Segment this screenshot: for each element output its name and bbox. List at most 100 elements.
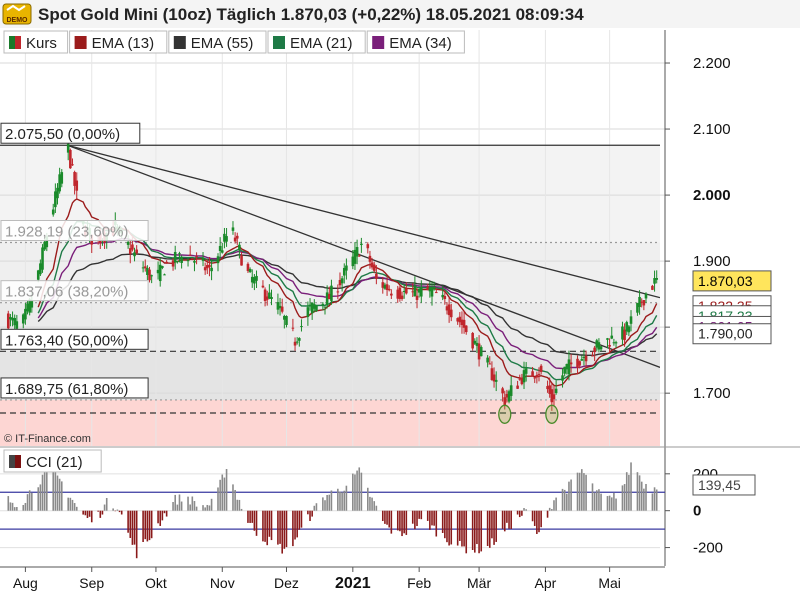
candle-body: [569, 362, 573, 365]
candle-body: [176, 261, 179, 263]
candle-body: [300, 326, 303, 328]
demo-badge-icon: DEMO: [2, 3, 32, 25]
candle-body: [368, 255, 372, 262]
price-tags: 1.870,031.832,351.817,231.801,051.790,00: [692, 270, 772, 345]
time-axis-background: [0, 567, 800, 600]
candle-body: [400, 295, 404, 299]
candle-body: [69, 149, 72, 169]
candle-body: [235, 235, 239, 239]
candle-body: [191, 258, 194, 260]
candle-body: [471, 332, 474, 349]
candle-body: [651, 285, 654, 290]
legend-label: EMA (34): [389, 35, 452, 52]
time-tick-label-9: Mai: [598, 575, 621, 591]
candle-body: [655, 278, 658, 280]
candle-body: [554, 388, 558, 394]
low-circle-1: [545, 404, 559, 424]
candle-body: [173, 251, 177, 263]
candle-body: [360, 243, 363, 246]
candle-body: [524, 368, 528, 374]
candle-body: [608, 345, 611, 347]
candle-body: [552, 394, 556, 400]
candle-body: [629, 316, 633, 324]
candle-body: [163, 274, 166, 276]
candle-body: [321, 303, 325, 305]
candle-body: [6, 313, 10, 329]
candle-body: [578, 361, 581, 366]
candle-body: [501, 388, 504, 394]
price-tag-0: 1.870,03: [692, 270, 772, 292]
candle-body: [240, 255, 243, 266]
candle-body: [533, 377, 537, 379]
cci-tick-label-2: -200: [693, 540, 723, 557]
price-tick-label-3: 1.900: [693, 253, 731, 270]
candle-body: [298, 338, 301, 341]
chart-header: DEMO Spot Gold Mini (10oz) Täglich 1.870…: [0, 0, 800, 28]
candle-body: [434, 292, 438, 294]
candle-body: [345, 265, 348, 271]
candle-body: [494, 379, 498, 382]
candle-body: [178, 253, 181, 255]
time-axis: Aug Sep Okt Nov Dez 2021 Feb Mär Apr Mai: [0, 566, 800, 600]
candle-body: [41, 247, 44, 270]
legend-swatch-icon: [15, 36, 21, 49]
candle-body: [295, 341, 299, 343]
time-tick-label-5: 2021: [335, 575, 371, 592]
candle-body: [372, 264, 376, 271]
cci-tick-label-1: 0: [693, 503, 701, 520]
watermark: © IT-Finance.com: [4, 433, 91, 445]
candle: [6, 310, 10, 331]
chart-title: Spot Gold Mini (10oz) Täglich 1.870,03 (…: [38, 5, 584, 24]
candle-body: [531, 371, 534, 377]
candle-body: [71, 164, 74, 166]
candle-body: [150, 275, 153, 277]
candle-body: [210, 267, 213, 272]
candle-body: [60, 172, 64, 184]
demo-badge-text: DEMO: [7, 17, 29, 24]
candle-body: [270, 296, 273, 300]
candle-body: [340, 278, 344, 284]
time-tick-label-6: Feb: [407, 575, 431, 591]
candle-body: [488, 363, 492, 365]
legend-item-1: EMA (13): [69, 30, 168, 54]
cci-legend: CCI (21): [3, 449, 102, 473]
fib-label-2: 1.837,06 (38,20%): [5, 284, 128, 301]
candle-body: [315, 305, 318, 312]
candle-body: [180, 257, 183, 263]
cci-value-label: 139,45: [698, 477, 741, 493]
candle-body: [201, 258, 205, 261]
candle-body: [610, 335, 614, 339]
candle-body: [432, 286, 436, 289]
legend-item-3: EMA (21): [267, 30, 366, 54]
candle-body: [188, 254, 192, 256]
candle-body: [186, 260, 190, 262]
candle-body: [220, 250, 224, 253]
candle-body: [430, 287, 434, 297]
candle-body: [516, 385, 519, 389]
candle-body: [443, 295, 447, 300]
candle-body: [413, 285, 417, 297]
price-tick-label-1: 2.100: [693, 121, 731, 138]
candle-body: [627, 326, 631, 333]
candle-body: [285, 316, 288, 325]
candle-body: [387, 288, 391, 291]
candle-body: [584, 355, 588, 362]
candle-body: [291, 327, 295, 329]
candle-body: [464, 325, 468, 333]
candle-body: [537, 373, 541, 375]
legend-label: Kurs: [26, 35, 57, 52]
cci-swatch-icon: [9, 455, 15, 468]
candle-body: [148, 269, 151, 281]
legend-swatch-icon: [273, 36, 285, 49]
time-tick-label-8: Apr: [535, 575, 557, 591]
candle-body: [51, 209, 55, 215]
price-legend: Kurs EMA (13) EMA (55) EMA (21) EMA (34): [3, 30, 465, 54]
time-tick-label-7: Mär: [467, 575, 491, 591]
price-tick-label-5: 1.700: [693, 385, 731, 402]
candle-body: [539, 365, 543, 372]
candle-body: [599, 346, 603, 350]
candle-body: [593, 347, 596, 353]
legend-label: EMA (55): [191, 35, 254, 52]
candle-body: [248, 268, 252, 272]
candle-body: [126, 241, 130, 245]
